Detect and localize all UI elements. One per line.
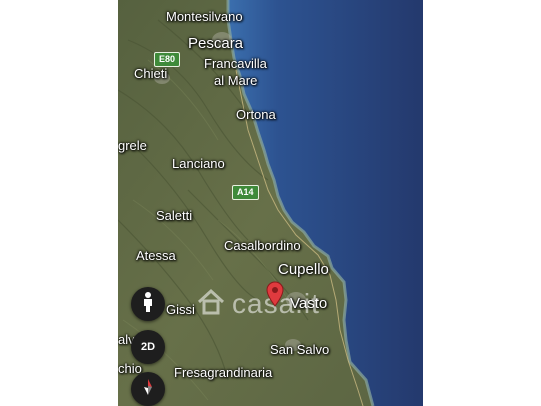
place-label-pescara: Pescara (188, 35, 244, 52)
place-label-lanciano: Lanciano (172, 156, 225, 171)
place-label-san-salvo: San Salvo (270, 342, 330, 357)
location-pin-icon[interactable] (266, 281, 284, 312)
place-label-cupello: Cupello (278, 261, 329, 278)
place-label-chio: chio (118, 361, 142, 376)
place-label-chieti: Chieti (134, 66, 168, 81)
place-label-casalbordino: Casalbordino (224, 238, 301, 253)
street-view-button[interactable] (131, 287, 165, 321)
house-logo-icon (196, 286, 226, 321)
road-shield-e80: E80 (154, 52, 181, 67)
place-label-grele: grele (118, 138, 147, 153)
view-mode-label: 2D (140, 341, 156, 353)
view-mode-button[interactable]: 2D (131, 330, 165, 364)
pegman-icon (140, 291, 156, 318)
place-label-montesilvano: Montesilvano (166, 9, 243, 24)
road-shield-a14: A14 (232, 185, 259, 200)
place-label-al-mare: al Mare (214, 73, 258, 88)
compass-button[interactable] (131, 372, 165, 406)
map-view[interactable]: Montesilvano Pescara Chieti Francavilla … (118, 0, 423, 406)
place-label-saletti: Saletti (156, 208, 193, 223)
place-label-fresagrandinaria: Fresagrandinaria (174, 365, 273, 380)
place-label-gissi: Gissi (166, 302, 195, 317)
casa-it-watermark: casa.it (196, 286, 320, 321)
compass-icon (139, 378, 157, 401)
place-label-ortona: Ortona (236, 107, 276, 122)
place-label-atessa: Atessa (136, 248, 176, 263)
place-label-francavilla: Francavilla (204, 56, 267, 71)
